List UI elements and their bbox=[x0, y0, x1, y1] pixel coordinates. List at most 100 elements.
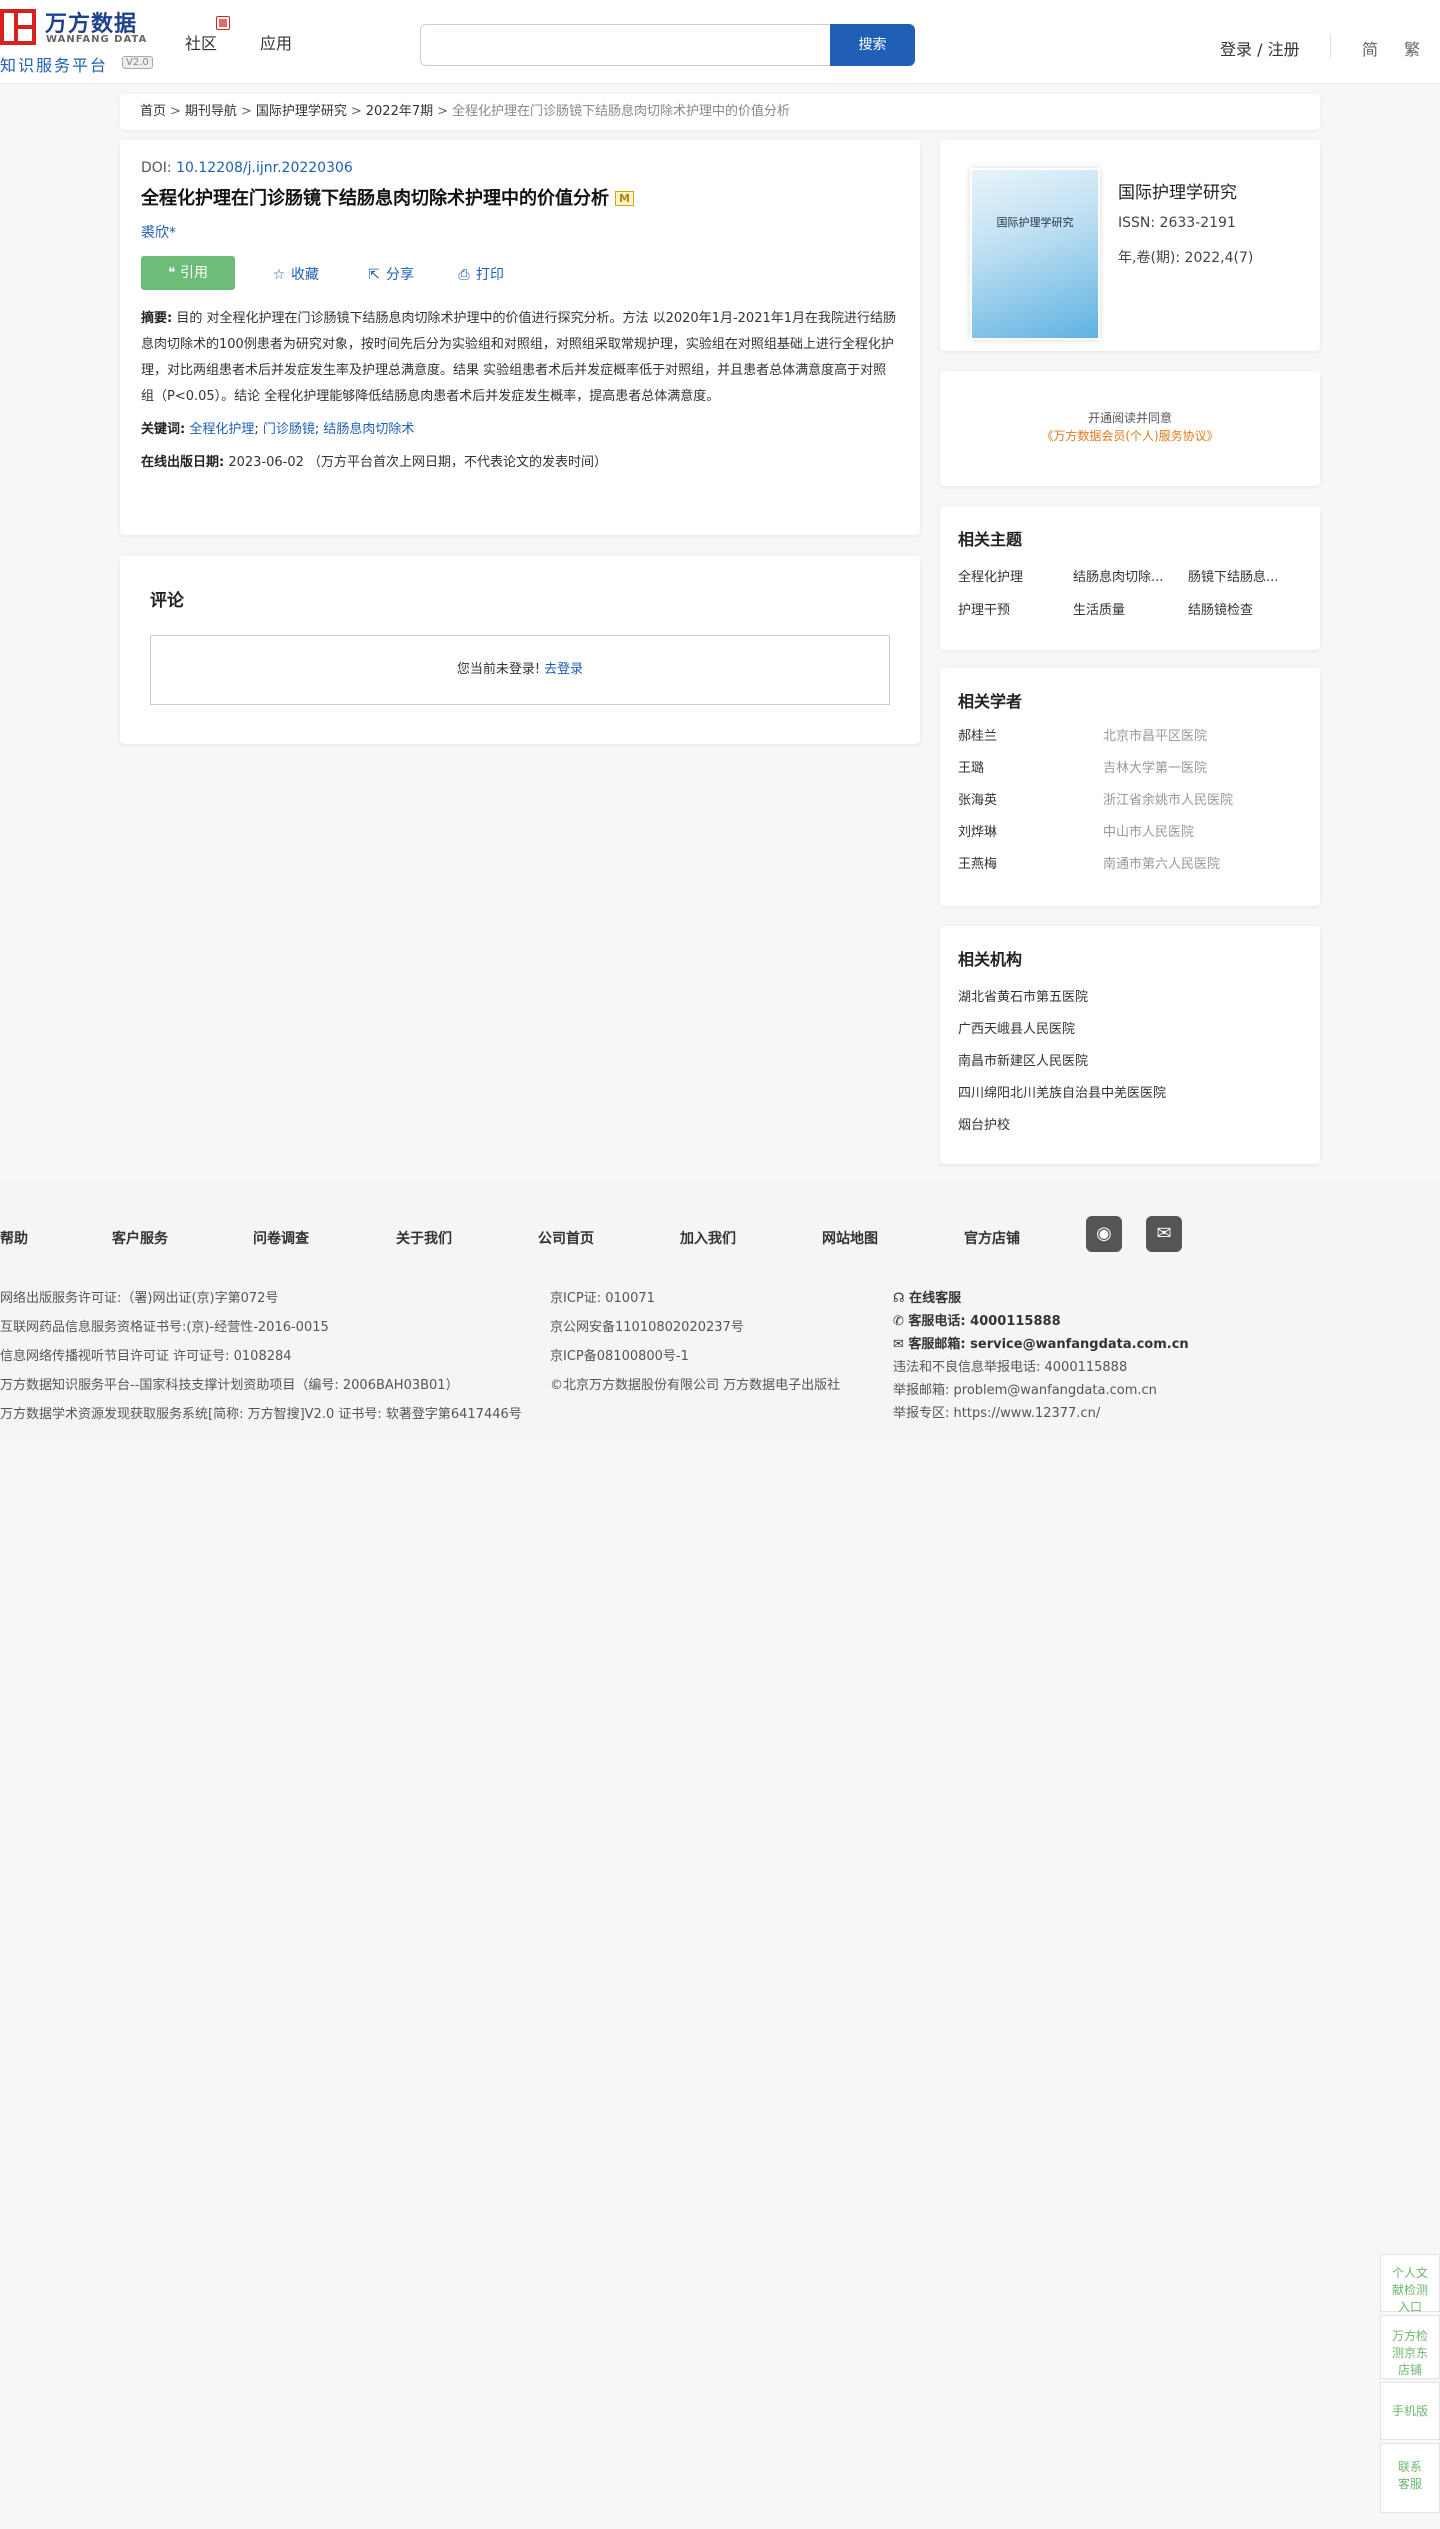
lang-simplified[interactable]: 简 bbox=[1362, 36, 1378, 60]
breadcrumb: 首页 > 期刊导航 > 国际护理学研究 >2022年7期 > 全程化护理在门诊肠镜下结肠息肉切… bbox=[120, 94, 1320, 130]
share-button[interactable]: ⇱ 分享 bbox=[366, 264, 414, 284]
agreement-link[interactable]: 《万方数据会员(个人)服务协议》 bbox=[940, 427, 1320, 445]
float-contact-service[interactable]: 联系客服 bbox=[1380, 2443, 1440, 2513]
scholar-row[interactable]: 王璐 吉林大学第一医院 bbox=[958, 760, 1302, 792]
institution-list: 湖北省黄石市第五医院 广西天峨县人民医院 南昌市新建区人民医院 四川绵阳北川羌族… bbox=[958, 986, 1302, 1146]
footer-link-company[interactable]: 公司首页 bbox=[538, 1228, 594, 1248]
favorite-button[interactable]: ☆ 收藏 bbox=[271, 264, 319, 284]
email-address[interactable]: service@wanfangdata.com.cn bbox=[970, 1337, 1189, 1352]
float-personal-check[interactable]: 个人文献检测入口 bbox=[1380, 2254, 1440, 2314]
star-icon: ☆ bbox=[272, 267, 286, 283]
license-line: 万方数据学术资源发现获取服务系统[简称: 万方智搜]V2.0 证书号: 软著登字… bbox=[0, 1407, 522, 1422]
institution-link[interactable]: 烟台护校 bbox=[958, 1114, 1302, 1146]
wechat-icon[interactable]: ✉ bbox=[1146, 1216, 1182, 1252]
icp-line[interactable]: 京ICP证: 010071 bbox=[550, 1287, 840, 1316]
topic-link[interactable]: 结肠息肉切除... bbox=[1073, 566, 1188, 585]
weibo-icon[interactable]: ◉ bbox=[1086, 1216, 1122, 1252]
keyword-link[interactable]: 结肠息肉切除术 bbox=[323, 422, 414, 437]
search-input[interactable] bbox=[420, 24, 830, 66]
abstract: 摘要: 目的 对全程化护理在门诊肠镜下结肠息肉切除术护理中的价值进行探究分析。方… bbox=[141, 306, 899, 410]
keyword-link[interactable]: 全程化护理 bbox=[189, 422, 254, 437]
login-register-link[interactable]: 登录 / 注册 bbox=[1220, 36, 1300, 60]
phone-number: 4000115888 bbox=[970, 1314, 1061, 1329]
breadcrumb-sep: > bbox=[350, 104, 362, 119]
logo-subtitle: 知识服务平台 bbox=[0, 56, 109, 75]
nav-community[interactable]: 社区 bbox=[185, 30, 217, 54]
print-button[interactable]: ⎙ 打印 bbox=[456, 264, 504, 284]
journal-card: 国际护理学研究 国际护理学研究 ISSN: 2633-2191 年,卷(期): … bbox=[940, 140, 1320, 351]
wanfang-logo[interactable]: 万方数据 WANFANG DATA 知识服务平台 V2.0 bbox=[0, 6, 160, 76]
footer-link-store[interactable]: 官方店铺 bbox=[964, 1228, 1020, 1248]
float-jd-store[interactable]: 万方检测京东店铺 bbox=[1380, 2315, 1440, 2379]
scholar-name: 王璐 bbox=[958, 761, 985, 776]
share-icon: ⇱ bbox=[368, 267, 380, 283]
icp-line[interactable]: 京ICP备08100800号-1 bbox=[550, 1345, 840, 1374]
breadcrumb-home[interactable]: 首页 bbox=[140, 104, 166, 119]
report-zone[interactable]: 举报专区: https://www.12377.cn/ bbox=[893, 1402, 1189, 1425]
topic-link[interactable]: 护理干预 bbox=[958, 599, 1073, 618]
report-email[interactable]: 举报邮箱: problem@wanfangdata.com.cn bbox=[893, 1379, 1189, 1402]
scholar-org: 南通市第六人民医院 bbox=[1103, 857, 1221, 872]
publish-date-row: 在线出版日期: 2023-06-02 （万方平台首次上网日期，不代表论文的发表时… bbox=[141, 451, 899, 470]
footer-link-sitemap[interactable]: 网站地图 bbox=[822, 1228, 878, 1248]
keyword-link[interactable]: 门诊肠镜 bbox=[263, 422, 315, 437]
journal-cover[interactable]: 国际护理学研究 bbox=[970, 168, 1100, 340]
lang-traditional[interactable]: 繁 bbox=[1404, 36, 1420, 60]
scholar-row[interactable]: 张海英 浙江省余姚市人民医院 bbox=[958, 792, 1302, 824]
article-card: DOI: 10.12208/j.ijnr.20220306 全程化护理在门诊肠镜… bbox=[120, 140, 920, 535]
institution-link[interactable]: 湖北省黄石市第五医院 bbox=[958, 986, 1302, 1018]
search-button[interactable]: 搜索 bbox=[830, 24, 915, 66]
footer-link-service[interactable]: 客户服务 bbox=[112, 1228, 168, 1248]
site-footer: 帮助 客户服务 问卷调查 关于我们 公司首页 加入我们 网站地图 官方店铺 ◉ … bbox=[0, 1180, 1440, 1440]
license-line: 信息网络传播视听节目许可证 许可证号: 0108284 bbox=[0, 1349, 292, 1364]
topic-link[interactable]: 结肠镜检查 bbox=[1188, 599, 1303, 618]
footer-link-help[interactable]: 帮助 bbox=[0, 1228, 28, 1248]
author-link[interactable]: 裘欣* bbox=[141, 222, 899, 242]
scholar-org: 北京市昌平区医院 bbox=[1103, 729, 1208, 744]
breadcrumb-issue[interactable]: 2022年7期 bbox=[366, 104, 433, 119]
scholar-row[interactable]: 刘烨琳 中山市人民医院 bbox=[958, 824, 1302, 856]
topics-grid: 全程化护理 结肠息肉切除... 肠镜下结肠息... 护理干预 生活质量 结肠镜检… bbox=[958, 566, 1302, 618]
topic-link[interactable]: 全程化护理 bbox=[958, 566, 1073, 585]
m-badge-icon: M bbox=[615, 191, 634, 206]
publish-date: 2023-06-02 bbox=[228, 455, 304, 470]
scholar-org: 浙江省余姚市人民医院 bbox=[1103, 793, 1234, 808]
scholar-row[interactable]: 王燕梅 南通市第六人民医院 bbox=[958, 856, 1302, 888]
topic-link[interactable]: 生活质量 bbox=[1073, 599, 1188, 618]
institution-link[interactable]: 四川绵阳北川羌族自治县中羌医医院 bbox=[958, 1082, 1302, 1114]
comment-title: 评论 bbox=[150, 591, 184, 611]
related-scholars-card: 相关学者 郝桂兰 北京市昌平区医院 王璐 吉林大学第一医院 张海英 浙江省余姚市人民医… bbox=[940, 668, 1320, 906]
journal-volume: 年,卷(期): 2022,4(7) bbox=[1118, 250, 1254, 266]
scholar-row[interactable]: 郝桂兰 北京市昌平区医院 bbox=[958, 728, 1302, 760]
breadcrumb-journal[interactable]: 国际护理学研究 bbox=[256, 104, 347, 119]
nav-apps[interactable]: 应用 bbox=[260, 30, 292, 54]
footer-link-about[interactable]: 关于我们 bbox=[396, 1228, 452, 1248]
report-phone: 违法和不良信息举报电话: 4000115888 bbox=[893, 1360, 1128, 1375]
comment-login-box: 您当前未登录! 去登录 bbox=[150, 635, 890, 705]
scholar-org: 吉林大学第一医院 bbox=[1103, 761, 1208, 776]
divider bbox=[1330, 34, 1331, 58]
comment-card: 评论 您当前未登录! 去登录 bbox=[120, 556, 920, 744]
journal-issn: ISSN: 2633-2191 bbox=[1118, 215, 1236, 231]
footer-link-survey[interactable]: 问卷调查 bbox=[253, 1228, 309, 1248]
cite-label: 引用 bbox=[179, 265, 208, 281]
institution-link[interactable]: 广西天峨县人民医院 bbox=[958, 1018, 1302, 1050]
breadcrumb-sep: > bbox=[170, 104, 181, 119]
doi-row: DOI: 10.12208/j.ijnr.20220306 bbox=[141, 160, 899, 176]
breadcrumb-journal-nav[interactable]: 期刊导航 bbox=[185, 104, 237, 119]
footer-link-join[interactable]: 加入我们 bbox=[680, 1228, 736, 1248]
doi-link[interactable]: 10.12208/j.ijnr.20220306 bbox=[176, 160, 353, 176]
institution-link[interactable]: 南昌市新建区人民医院 bbox=[958, 1050, 1302, 1082]
community-new-badge-icon bbox=[216, 16, 230, 30]
site-header: 万方数据 WANFANG DATA 知识服务平台 V2.0 社区 应用 搜索 登… bbox=[0, 0, 1440, 84]
wanfang-logo-icon bbox=[0, 9, 36, 45]
journal-name[interactable]: 国际护理学研究 bbox=[1118, 178, 1237, 203]
cite-button[interactable]: ❝ 引用 bbox=[141, 256, 235, 290]
license-line: 万方数据知识服务平台--国家科技支撑计划资助项目（编号: 2006BAH03B0… bbox=[0, 1378, 459, 1393]
comment-login-link[interactable]: 去登录 bbox=[544, 662, 583, 677]
breadcrumb-sep: > bbox=[437, 104, 449, 119]
topic-link[interactable]: 肠镜下结肠息... bbox=[1188, 566, 1303, 585]
online-service[interactable]: ☊ 在线客服 bbox=[893, 1287, 1189, 1310]
icp-line[interactable]: 京公网安备11010802020237号 bbox=[550, 1316, 840, 1345]
float-mobile[interactable]: 手机版 bbox=[1380, 2382, 1440, 2440]
